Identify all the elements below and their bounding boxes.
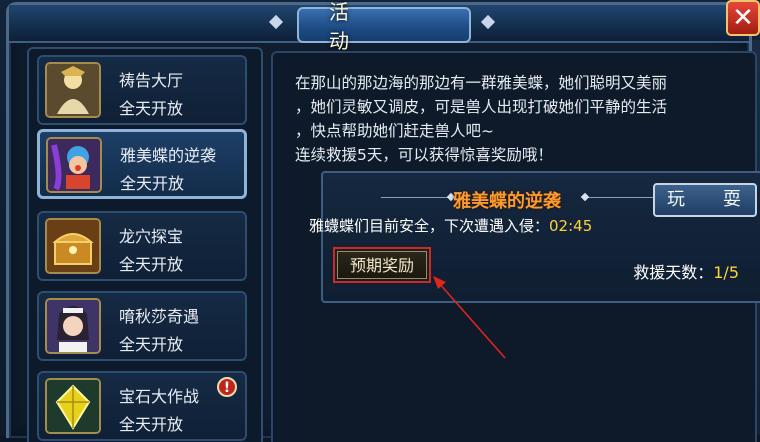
title-ornament-left <box>268 14 284 30</box>
description-line: 在那山的那边海的那边有一群雅美蝶，她们聪明又美丽 <box>295 74 668 92</box>
close-button[interactable]: ✕ <box>726 0 760 36</box>
description-line: ，她们灵敏又调皮，可是兽人出现打破她们平静的生活 <box>295 98 668 116</box>
activity-name: 龙穴探宝 <box>119 227 184 246</box>
title-decoration-left <box>381 197 451 198</box>
maid-girl-icon <box>45 298 101 354</box>
activity-status: 全天开放 <box>119 99 184 118</box>
title-plate: 活 动 <box>297 0 471 53</box>
title-ornament-right <box>480 14 496 30</box>
priest-icon <box>45 62 101 118</box>
activity-status: 全天开放 <box>119 255 184 274</box>
event-status-panel: 雅美蝶的逆袭 玩 耍 雅蠛蝶们目前安全，下次遭遇入侵：02:45 预期奖励 救援… <box>309 171 760 303</box>
gem-icon <box>45 378 101 434</box>
expected-reward-button[interactable]: 预期奖励 <box>337 251 427 279</box>
rescue-days: 救援天数：1/5 <box>633 259 739 283</box>
activity-status: 全天开放 <box>119 415 184 434</box>
activity-detail-panel: 在那山的那边海的那边有一群雅美蝶，她们聪明又美丽 ，她们灵敏又调皮，可是兽人出现… <box>271 51 760 442</box>
activity-name: 宝石大作战 <box>119 387 200 406</box>
activity-status: 全天开放 <box>120 174 185 193</box>
window-title: 活 动 <box>329 0 429 53</box>
activity-item-dragon-lair[interactable]: 龙穴探宝 全天开放 <box>37 211 247 281</box>
treasure-chest-icon <box>45 218 101 274</box>
alert-badge-icon: ! <box>217 377 237 397</box>
activity-item-qiusha[interactable]: 唷秋莎奇遇 全天开放 <box>37 291 247 361</box>
activity-name: 唷秋莎奇遇 <box>119 307 200 326</box>
description-line: ，快点帮助她们赶走兽人吧~ <box>295 122 494 140</box>
activity-item-prayer-hall[interactable]: 祷告大厅 全天开放 <box>37 55 247 125</box>
activity-list: 祷告大厅 全天开放 雅美蝶的逆袭 全天开放 龙穴探宝 全天开放 唷秋莎奇遇 全天… <box>27 47 263 442</box>
invasion-status: 雅蠛蝶们目前安全，下次遭遇入侵：02:45 <box>309 215 592 236</box>
activity-window: 活 动 祷告大厅 全天开放 雅美蝶的逆袭 全天开放 龙穴探宝 全天开放 唷秋莎奇… <box>6 0 760 442</box>
title-bar: 活 动 <box>9 0 749 53</box>
activity-name: 雅美蝶的逆袭 <box>120 146 217 165</box>
activity-item-yamiedie[interactable]: 雅美蝶的逆袭 全天开放 <box>37 129 247 199</box>
play-button[interactable]: 玩 耍 <box>653 183 757 217</box>
invasion-timer: 02:45 <box>549 217 593 235</box>
title-decoration-right <box>585 197 655 198</box>
clown-icon <box>46 137 102 193</box>
expected-reward-highlight: 预期奖励 <box>333 247 431 283</box>
event-title: 雅美蝶的逆袭 <box>453 191 561 212</box>
activity-status: 全天开放 <box>119 335 184 354</box>
rescue-days-label: 救援天数： <box>633 263 714 282</box>
description-line: 连续救援5天，可以获得惊喜奖励哦！ <box>295 146 553 164</box>
activity-name: 祷告大厅 <box>119 71 184 90</box>
activity-item-gem-battle[interactable]: 宝石大作战 全天开放 ! <box>37 371 247 441</box>
activity-description: 在那山的那边海的那边有一群雅美蝶，她们聪明又美丽 ，她们灵敏又调皮，可是兽人出现… <box>295 71 745 167</box>
rescue-days-value: 1/5 <box>713 263 739 282</box>
invasion-status-text: 雅蠛蝶们目前安全，下次遭遇入侵： <box>309 217 550 235</box>
